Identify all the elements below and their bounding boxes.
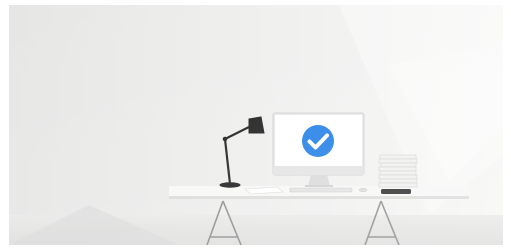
workspace-photo xyxy=(9,5,503,245)
light-overlay xyxy=(9,5,503,245)
workspace-illustration xyxy=(9,5,503,245)
scene xyxy=(0,0,511,250)
